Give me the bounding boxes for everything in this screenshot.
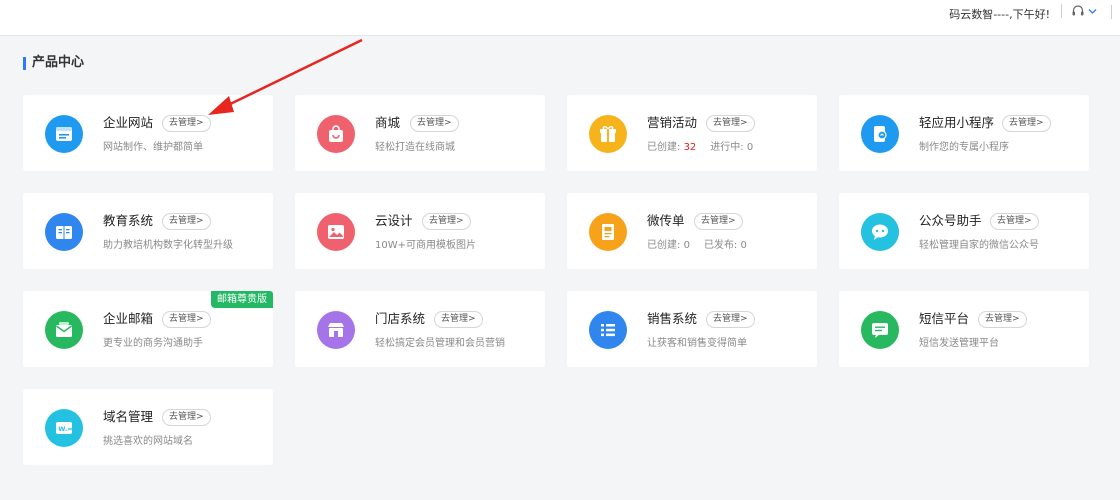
card-desc: 更专业的商务沟通助手: [103, 338, 203, 349]
stat-running: 进行中: 0: [710, 142, 754, 153]
manage-button[interactable]: 去管理>: [162, 115, 211, 132]
book-icon: [45, 213, 83, 251]
manage-button[interactable]: 去管理>: [706, 115, 755, 132]
card-name: 域名管理: [103, 409, 154, 424]
header-divider-right: [1111, 5, 1112, 19]
list-icon: [589, 311, 627, 349]
headset-icon: [1072, 5, 1084, 16]
card-desc: 短信发送管理平台: [919, 338, 999, 349]
card-cloud-design[interactable]: 云设计 去管理> 10W+可商用模板图片: [295, 193, 545, 269]
gift-icon: [589, 115, 627, 153]
mail-icon: [45, 311, 83, 349]
header-divider: [1061, 4, 1062, 18]
card-name: 短信平台: [919, 311, 970, 326]
card-name: 教育系统: [103, 213, 154, 228]
card-desc: 轻松管理自家的微信公众号: [919, 240, 1039, 251]
card-flyer[interactable]: 微传单 去管理> 已创建: 0 已发布: 0: [567, 193, 817, 269]
card-sales-system[interactable]: 销售系统 去管理> 让获客和销售变得简单: [567, 291, 817, 367]
card-name: 云设计: [375, 213, 413, 228]
card-name: 微传单: [647, 213, 685, 228]
stat-created: 已创建: 0: [647, 240, 690, 251]
card-name: 门店系统: [375, 311, 426, 326]
store-icon: [317, 311, 355, 349]
manage-button[interactable]: 去管理>: [978, 311, 1027, 328]
manage-button[interactable]: 去管理>: [434, 311, 483, 328]
manage-button[interactable]: 去管理>: [162, 409, 211, 426]
svg-text:W.=: W.=: [58, 425, 73, 433]
manage-button[interactable]: 去管理>: [706, 311, 755, 328]
stat-value: 0: [746, 142, 754, 153]
premium-badge: 邮箱尊贵版: [211, 291, 273, 308]
card-store-system[interactable]: 门店系统 去管理> 轻松搞定会员管理和会员营销: [295, 291, 545, 367]
stat-value: 0: [683, 240, 690, 251]
flyer-icon: [589, 213, 627, 251]
domain-icon: W.=: [45, 409, 83, 447]
card-desc: 网站制作、维护都简单: [103, 142, 203, 153]
card-desc: 轻松打造在线商城: [375, 142, 455, 153]
card-name: 营销活动: [647, 115, 698, 130]
card-wechat-assistant[interactable]: 公众号助手 去管理> 轻松管理自家的微信公众号: [839, 193, 1089, 269]
stat-value: 32: [683, 142, 697, 153]
card-name: 企业网站: [103, 115, 154, 130]
stat-created: 已创建: 32: [647, 142, 697, 153]
manage-button[interactable]: 去管理>: [422, 213, 471, 230]
chevron-down-icon: [1088, 9, 1097, 14]
manage-button[interactable]: 去管理>: [162, 213, 211, 230]
image-icon: [317, 213, 355, 251]
message-icon: [861, 311, 899, 349]
card-desc: 制作您的专属小程序: [919, 142, 1009, 153]
website-icon: [45, 115, 83, 153]
card-name: 轻应用小程序: [919, 115, 995, 130]
card-desc: 轻松搞定会员管理和会员营销: [375, 338, 505, 349]
card-stats: 已创建: 32 进行中: 0: [647, 141, 767, 154]
card-name: 企业邮箱: [103, 311, 154, 326]
manage-button[interactable]: 去管理>: [990, 213, 1039, 230]
card-website[interactable]: 企业网站 去管理> 网站制作、维护都简单: [23, 95, 273, 171]
card-desc: 让获客和销售变得简单: [647, 338, 747, 349]
mini-program-icon: [861, 115, 899, 153]
section-title: 产品中心: [23, 55, 84, 71]
card-sms-platform[interactable]: 短信平台 去管理> 短信发送管理平台: [839, 291, 1089, 367]
manage-button[interactable]: 去管理>: [162, 311, 211, 328]
card-enterprise-mail[interactable]: 邮箱尊贵版 企业邮箱 去管理> 更专业的商务沟通助手: [23, 291, 273, 367]
user-greeting: 码云数智----,下午好!: [949, 8, 1050, 21]
shopping-bag-icon: [317, 115, 355, 153]
stat-published: 已发布: 0: [703, 240, 747, 251]
card-name: 商城: [375, 115, 401, 130]
card-marketing[interactable]: 营销活动 去管理> 已创建: 32 进行中: 0: [567, 95, 817, 171]
card-education[interactable]: 教育系统 去管理> 助力教培机构数字化转型升级: [23, 193, 273, 269]
manage-button[interactable]: 去管理>: [410, 115, 459, 132]
wechat-icon: [861, 213, 899, 251]
card-name: 销售系统: [647, 311, 698, 326]
support-menu[interactable]: [1071, 3, 1101, 19]
card-desc: 10W+可商用模板图片: [375, 240, 476, 251]
manage-button[interactable]: 去管理>: [1002, 115, 1051, 132]
card-desc: 挑选喜欢的网站域名: [103, 436, 193, 447]
stat-value: 0: [740, 240, 747, 251]
card-desc: 助力教培机构数字化转型升级: [103, 240, 233, 251]
card-mini-program[interactable]: 轻应用小程序 去管理> 制作您的专属小程序: [839, 95, 1089, 171]
card-name: 公众号助手: [919, 213, 982, 228]
card-mall[interactable]: 商城 去管理> 轻松打造在线商城: [295, 95, 545, 171]
manage-button[interactable]: 去管理>: [694, 213, 743, 230]
card-domain-management[interactable]: W.= 域名管理 去管理> 挑选喜欢的网站域名: [23, 389, 273, 465]
card-stats: 已创建: 0 已发布: 0: [647, 239, 761, 252]
top-bar: 码云数智----,下午好!: [0, 0, 1120, 36]
